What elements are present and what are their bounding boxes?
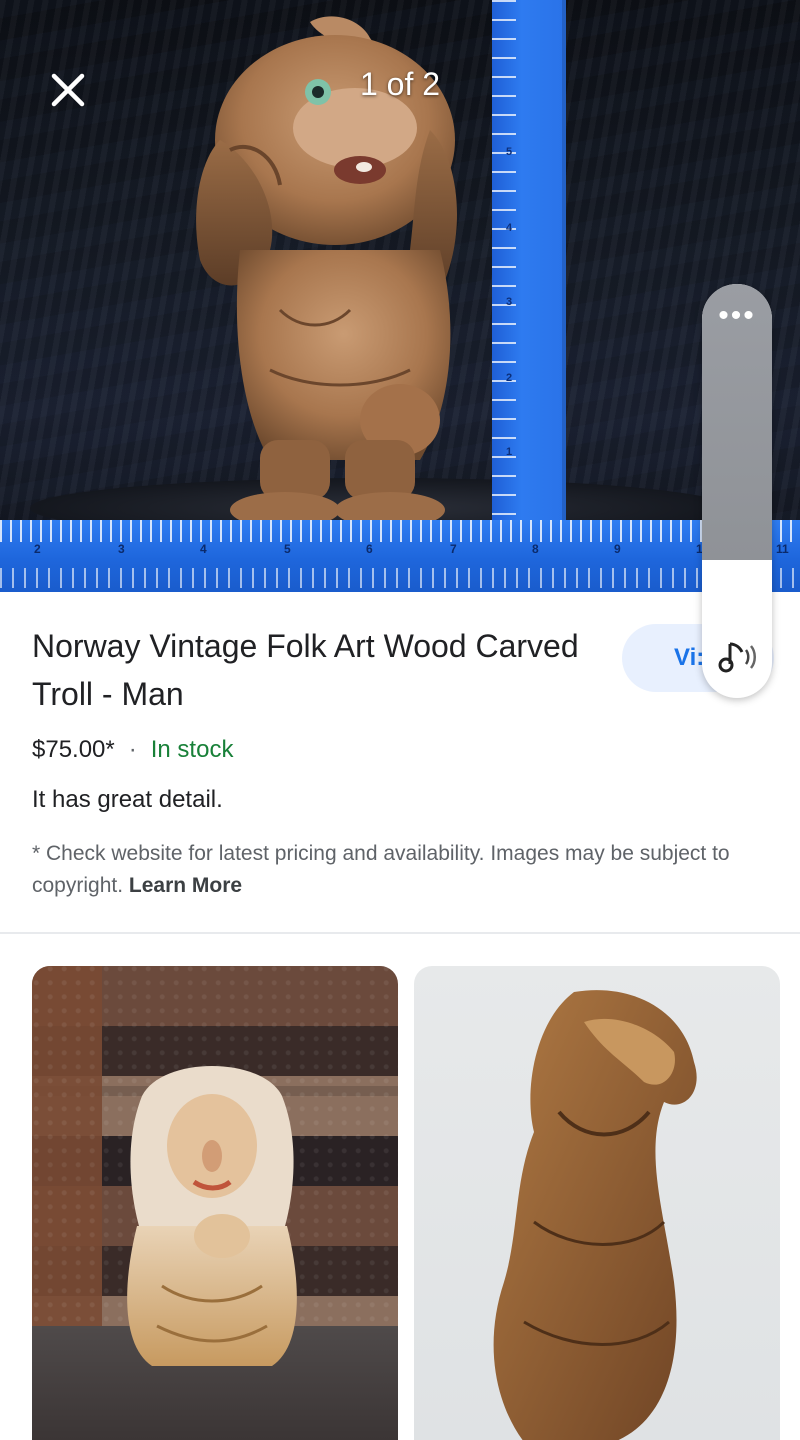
ruler-h-number: 3 — [118, 542, 125, 556]
floating-side-panel[interactable]: ••• — [702, 284, 772, 698]
close-button[interactable] — [40, 62, 96, 118]
music-note-icon — [718, 642, 756, 673]
ruler-h-number: 11 — [776, 542, 789, 556]
product-description: It has great detail. — [32, 786, 223, 813]
ruler-v-number: 2 — [506, 372, 513, 384]
learn-more-link[interactable]: Learn More — [129, 874, 242, 897]
ruler-v-number: 5 — [506, 146, 513, 158]
product-title: Norway Vintage Folk Art Wood Carved Trol… — [32, 628, 579, 712]
more-horizontal-icon[interactable]: ••• — [702, 301, 772, 331]
separator-dot: · — [128, 736, 137, 763]
wood-carving-figure-image — [493, 990, 697, 1440]
ruler-ticks — [0, 520, 800, 542]
ruler-h-number: 4 — [200, 542, 207, 556]
divider — [0, 932, 800, 934]
close-icon — [51, 73, 85, 107]
related-image-2[interactable] — [414, 966, 780, 1440]
horizontal-ruler: 2 3 4 5 6 7 8 9 1 11 — [0, 520, 800, 592]
ruler-v-number: 3 — [506, 296, 513, 308]
ruler-v-number: 1 — [506, 446, 513, 458]
ruler-h-number: 7 — [450, 542, 457, 556]
ruler-h-number: 9 — [614, 542, 621, 556]
stock-status: In stock — [150, 736, 234, 763]
music-note-button[interactable] — [714, 632, 762, 680]
ruler-h-number: 5 — [284, 542, 291, 556]
price-row: $75.00* · In stock — [32, 736, 233, 764]
ruler-v-number: 4 — [506, 222, 513, 234]
ruler-h-number: 6 — [366, 542, 373, 556]
vertical-ruler — [492, 0, 566, 525]
image-counter: 1 of 2 — [359, 66, 441, 102]
ruler-h-number: 8 — [532, 542, 539, 556]
price: $75.00* — [32, 736, 115, 763]
disclaimer: * Check website for latest pricing and a… — [32, 838, 752, 902]
ruler-h-number: 2 — [34, 542, 41, 556]
ruler-ticks — [0, 568, 800, 588]
related-image-1[interactable] — [32, 966, 398, 1440]
product-image[interactable]: 5 4 3 2 1 2 3 4 5 6 7 8 9 1 11 1 of 2 — [0, 0, 800, 592]
wood-carving-woman-image — [127, 1066, 297, 1366]
